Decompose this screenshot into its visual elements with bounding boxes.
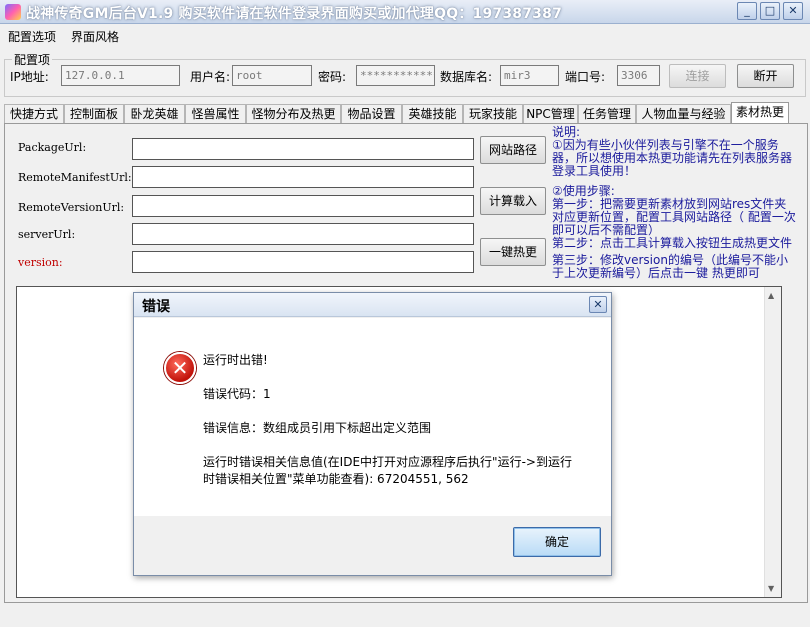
one-click-hotupdate-button[interactable]: 一键热更 (480, 238, 546, 266)
user-label: 用户名: (190, 70, 231, 84)
menu-ui-style[interactable]: 界面风格 (71, 28, 119, 45)
db-label: 数据库名: (440, 70, 493, 84)
password-label: 密码: (318, 70, 347, 84)
remote-manifest-url-label: RemoteManifestUrl: (18, 171, 132, 184)
error-icon: ✕ (164, 352, 196, 384)
password-field[interactable]: ************* (356, 65, 435, 86)
tab-asset-hotupdate[interactable]: 素材热更 (731, 102, 789, 124)
version-input[interactable] (132, 251, 474, 273)
error-heading: 运行时出错! (203, 353, 268, 367)
scroll-down-icon[interactable]: ▼ (768, 584, 774, 593)
connect-button[interactable]: 连接 (669, 64, 726, 88)
calculate-load-button[interactable]: 计算载入 (480, 187, 546, 215)
server-url-label: serverUrl: (18, 228, 76, 241)
port-field[interactable]: 3306 (617, 65, 660, 86)
notes-step1: 第一步：把需要更新素材放到网站res文件夹对应更新位置，配置工具网站路径（ 配置… (552, 197, 796, 237)
title-bar: 战神传奇GM后台V1.9 购买软件请在软件登录界面购买或加代理QQ：197387… (0, 0, 810, 24)
menu-bar: 配置选项 界面风格 (0, 25, 810, 47)
dialog-title: 错误 (142, 299, 170, 315)
ip-label: IP地址: (10, 70, 49, 84)
error-message: 错误信息：数组成员引用下标超出定义范围 (203, 421, 432, 435)
scroll-up-icon[interactable]: ▲ (768, 291, 774, 300)
minimize-button[interactable]: _ (737, 2, 757, 20)
ok-button[interactable]: 确定 (513, 527, 601, 557)
tab-shortcuts[interactable]: 快捷方式 (4, 104, 64, 124)
db-field[interactable]: mir3 (500, 65, 559, 86)
maximize-button[interactable]: □ (760, 2, 780, 20)
package-url-label: PackageUrl: (18, 141, 87, 154)
notes-step2: 第二步：点击工具计算载入按钮生成热更文件 (552, 236, 793, 250)
vertical-scrollbar[interactable]: ▲ ▼ (764, 287, 781, 597)
tab-player-skills[interactable]: 玩家技能 (463, 104, 523, 124)
version-label: version: (18, 256, 63, 269)
disconnect-button[interactable]: 断开 (737, 64, 794, 88)
error-code: 错误代码：1 (203, 387, 271, 401)
ip-field[interactable]: 127.0.0.1 (61, 65, 180, 86)
error-dialog: 错误 ✕ ✕ 运行时出错! 错误代码：1 错误信息：数组成员引用下标超出定义范围… (133, 292, 612, 576)
menu-config-options[interactable]: 配置选项 (8, 28, 56, 45)
remote-manifest-url-input[interactable] (132, 166, 474, 188)
notes-step3: 第三步：修改version的编号（此编号不能小于上次更新编号）后点击一键 热更即… (552, 253, 788, 280)
tab-monster-attributes[interactable]: 怪兽属性 (185, 104, 246, 124)
close-button[interactable]: ✕ (783, 2, 803, 20)
tab-item-settings[interactable]: 物品设置 (341, 104, 402, 124)
app-icon (5, 4, 21, 20)
server-url-input[interactable] (132, 223, 474, 245)
tab-wolong-heroes[interactable]: 卧龙英雄 (124, 104, 185, 124)
notes-line1: ①因为有些小伙伴列表与引擎不在一个服务器，所以想使用本热更功能请先在列表服务器登… (552, 138, 793, 178)
port-label: 端口号: (565, 70, 606, 84)
tab-bar: 快捷方式 控制面板 卧龙英雄 怪兽属性 怪物分布及热更 物品设置 英雄技能 玩家… (4, 102, 808, 124)
tab-task-management[interactable]: 任务管理 (578, 104, 636, 124)
tab-hero-skills[interactable]: 英雄技能 (402, 104, 463, 124)
package-url-input[interactable] (132, 138, 474, 160)
tab-control-panel[interactable]: 控制面板 (64, 104, 124, 124)
remote-version-url-input[interactable] (132, 195, 474, 217)
dialog-body: ✕ 运行时出错! 错误代码：1 错误信息：数组成员引用下标超出定义范围 运行时错… (134, 318, 611, 516)
tab-npc-management[interactable]: NPC管理 (523, 104, 578, 124)
instructions-text: 说明: ①因为有些小伙伴列表与引擎不在一个服务器，所以想使用本热更功能请先在列表… (552, 126, 796, 280)
remote-version-url-label: RemoteVersionUrl: (18, 201, 125, 214)
error-detail-line1: 运行时错误相关信息值(在IDE中打开对应源程序后执行"运行->到运行 (203, 455, 572, 469)
website-path-button[interactable]: 网站路径 (480, 136, 546, 164)
error-detail-line2: 时错误相关位置"菜单功能查看): 67204551, 562 (203, 472, 469, 486)
username-field[interactable]: root (232, 65, 312, 86)
dialog-close-button[interactable]: ✕ (589, 296, 607, 313)
window-title: 战神传奇GM后台V1.9 购买软件请在软件登录界面购买或加代理QQ：197387… (26, 6, 563, 22)
dialog-title-bar: 错误 ✕ (134, 293, 611, 317)
tab-monster-distribution[interactable]: 怪物分布及热更 (246, 104, 341, 124)
tab-character-hp-exp[interactable]: 人物血量与经验 (636, 104, 731, 124)
config-group-title: 配置项 (12, 51, 53, 68)
